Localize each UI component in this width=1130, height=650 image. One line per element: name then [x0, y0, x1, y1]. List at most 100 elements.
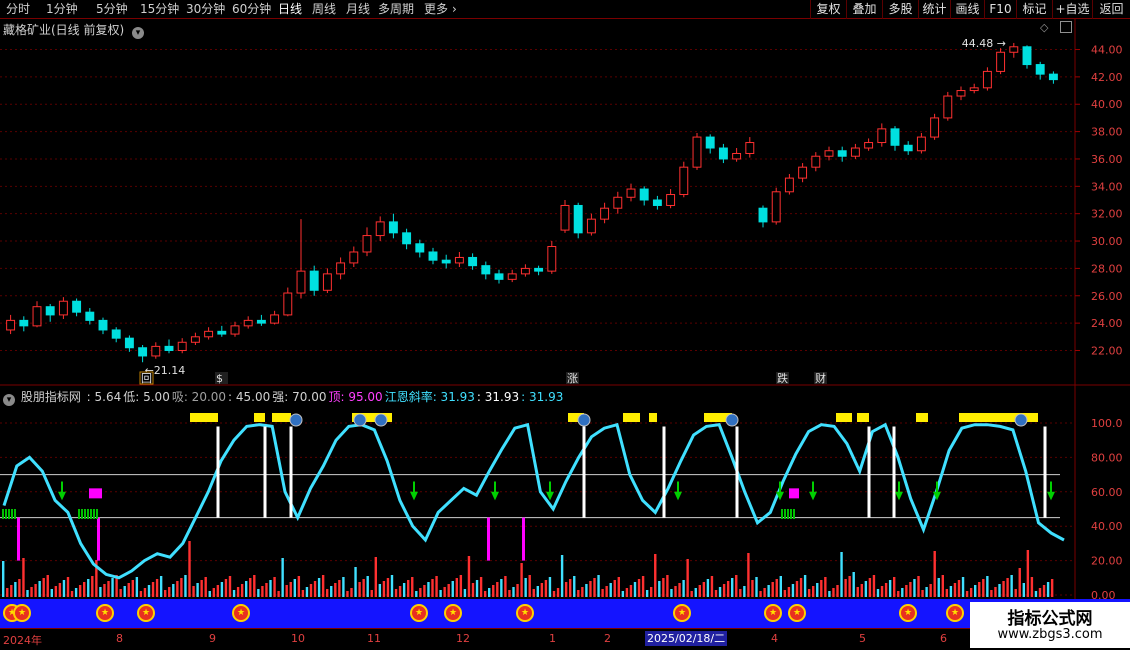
chevron-down-icon[interactable]: ▾: [3, 394, 15, 406]
globe-badge-icon: [1014, 413, 1028, 427]
period-tab-8[interactable]: 月线: [346, 1, 370, 18]
indicator-bar: [471, 583, 475, 597]
indicator-axis-label: 0.00: [1091, 589, 1116, 599]
indicator-bar: [888, 580, 892, 597]
indicator-bar: [779, 576, 782, 597]
candle-body: [666, 194, 676, 206]
indicator-bar: [374, 557, 377, 597]
indicator-bar: [455, 578, 458, 597]
period-tab-10[interactable]: 更多: [424, 1, 448, 18]
indicator-bar: [880, 586, 884, 597]
candle-body: [547, 246, 557, 272]
indicator-bar: [658, 581, 661, 597]
overlay-button[interactable]: 叠加: [846, 0, 882, 19]
indicator-bar: [824, 577, 827, 597]
star-medal-icon: ★: [137, 604, 155, 622]
indicator-bar: [674, 586, 677, 597]
mark-button[interactable]: 标记: [1016, 0, 1052, 19]
candle-body: [798, 166, 808, 179]
multi-stock-button[interactable]: 多股: [882, 0, 918, 19]
period-tab-1[interactable]: 1分钟: [46, 1, 78, 18]
period-tab-9[interactable]: 多周期: [378, 1, 414, 18]
period-tab-0[interactable]: 分时: [6, 1, 30, 18]
top-zone-bar: [623, 413, 640, 422]
indicator-bar: [127, 583, 130, 597]
indicator-bar: [828, 591, 831, 597]
indicator-bar: [1014, 589, 1017, 597]
f10-button[interactable]: F10: [984, 0, 1016, 19]
indicator-bar: [111, 578, 114, 597]
chart-canvas[interactable]: 44.00 42.00 40.00 38.00 36.00 34.00 32.00 30.00…: [0, 19, 1130, 599]
indicator-bar: [941, 575, 944, 597]
candle-body: [850, 147, 860, 157]
candle-body: [481, 265, 491, 275]
candle-body: [639, 188, 649, 201]
indicator-bar: [560, 555, 564, 597]
candle-body: [705, 136, 715, 149]
period-tab-4[interactable]: 30分钟: [186, 1, 225, 18]
indicator-value-3: : 45.00: [228, 390, 271, 404]
indicator-bar: [200, 580, 203, 597]
magenta-signal-bar: [97, 517, 100, 561]
candle-body: [652, 199, 662, 206]
indicator-bar: [1022, 583, 1025, 597]
indicator-bar: [500, 579, 503, 597]
candle-body: [45, 306, 55, 316]
indicator-bar: [807, 589, 811, 597]
period-tab-2[interactable]: 5分钟: [96, 1, 128, 18]
candle-body: [124, 337, 134, 349]
chevron-down-icon[interactable]: ▾: [132, 27, 145, 39]
candle-body: [362, 235, 372, 253]
indicator-bar: [969, 588, 973, 597]
green-signal-stripe: [90, 509, 92, 519]
draw-line-button[interactable]: 画线: [950, 0, 984, 19]
candle-body: [85, 311, 95, 321]
indicator-bar: [856, 587, 859, 597]
indicator-bar: [151, 582, 155, 597]
chevron-right-icon[interactable]: ›: [452, 1, 457, 18]
indicator-bar: [662, 578, 665, 597]
indicator-bar: [143, 588, 147, 597]
back-button[interactable]: 返回: [1092, 0, 1130, 19]
indicator-bar: [451, 581, 454, 597]
stats-button[interactable]: 统计: [918, 0, 950, 19]
indicator-bar: [678, 583, 681, 597]
star-medal-icon: ★: [516, 604, 534, 622]
indicator-bar: [739, 589, 742, 597]
indicator-bar: [58, 583, 62, 597]
indicator-bar: [50, 589, 53, 597]
indicator-bar: [366, 576, 369, 597]
indicator-bar: [650, 587, 653, 597]
period-tab-7[interactable]: 周线: [312, 1, 336, 18]
period-tab-6[interactable]: 日线: [278, 1, 302, 18]
panel-toggle-icon[interactable]: [1060, 21, 1072, 33]
indicator-bar: [726, 581, 730, 597]
candle-body: [1009, 46, 1019, 53]
price-axis-label: 30.00: [1091, 235, 1123, 248]
diamond-icon[interactable]: ◇: [1040, 21, 1048, 34]
indicator-bar: [475, 580, 479, 597]
green-signal-stripe: [14, 509, 16, 519]
indicator-bar: [524, 578, 527, 597]
indicator-bar: [107, 581, 110, 597]
indicator-bar: [172, 584, 175, 597]
period-tab-5[interactable]: 60分钟: [232, 1, 271, 18]
indicator-bar: [354, 567, 357, 597]
restore-rights-button[interactable]: 复权: [810, 0, 846, 19]
period-tab-3[interactable]: 15分钟: [140, 1, 179, 18]
buy-arrow-icon: [58, 481, 66, 501]
globe-badge-icon: [353, 413, 367, 427]
candle-body: [177, 341, 187, 351]
candle-body: [930, 117, 940, 138]
indicator-bar: [159, 576, 163, 597]
indicator-bar: [876, 589, 880, 597]
candle-body: [1022, 46, 1032, 66]
indicator-axis-label: 40.00: [1091, 520, 1123, 533]
indicator-bar: [812, 586, 815, 597]
green-signal-stripe: [78, 509, 80, 519]
candle-body: [256, 319, 266, 324]
indicator-bar: [184, 575, 187, 597]
candle-body: [494, 273, 504, 280]
date-label: 2: [604, 632, 611, 645]
add-watchlist-button[interactable]: +自选: [1052, 0, 1092, 19]
